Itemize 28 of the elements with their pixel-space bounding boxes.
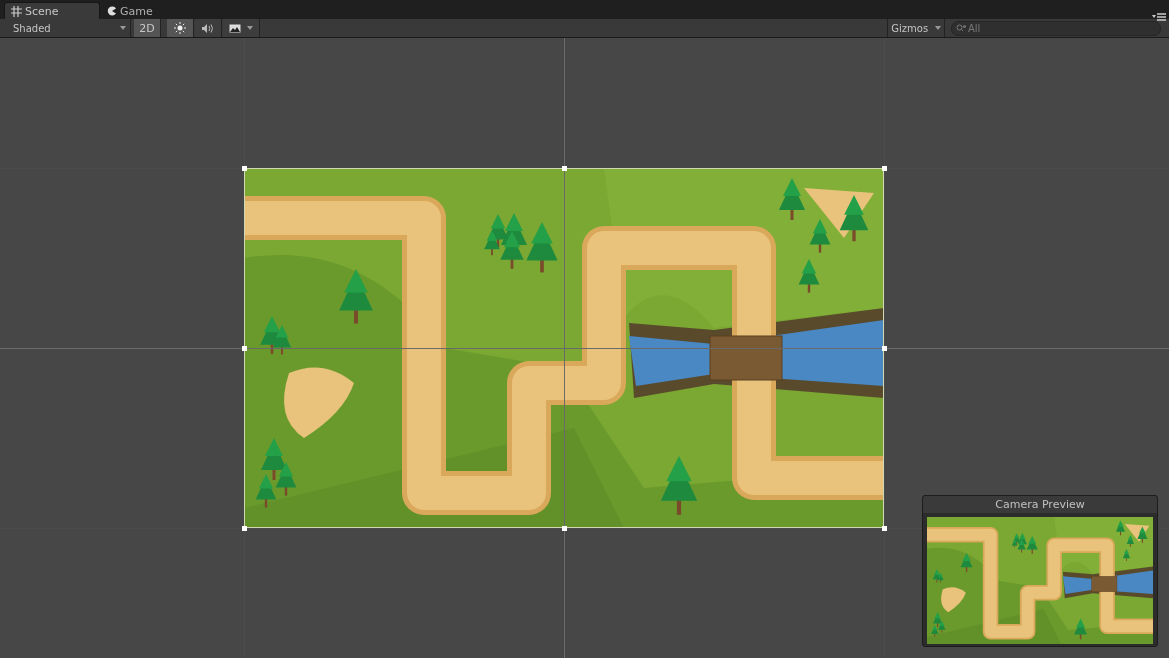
tab[interactable]: Game [100,2,180,19]
resize-handle[interactable] [242,526,247,531]
scene-canvas[interactable]: Camera Preview [0,38,1169,658]
shading-dropdown[interactable]: Shaded [7,19,131,37]
resize-handle[interactable] [562,526,567,531]
image-icon [229,23,241,33]
resize-handle[interactable] [882,166,887,171]
sun-icon [174,22,186,34]
resize-handle[interactable] [562,166,567,171]
caret-icon [934,26,941,30]
camera-preview-title: Camera Preview [923,496,1157,513]
search-placeholder: All [968,22,981,34]
2d-toggle[interactable]: 2D [134,19,161,37]
search-icon [956,24,966,32]
audio-toggle[interactable] [195,19,222,37]
speaker-icon [201,22,215,34]
caret-icon [247,26,253,30]
lighting-toggle[interactable] [167,19,194,37]
gizmos-dropdown[interactable]: Gizmos [887,19,945,37]
pacman-icon [107,6,117,16]
resize-handle[interactable] [882,346,887,351]
grid-icon [11,5,22,17]
tab[interactable]: Scene [4,2,100,19]
resize-handle[interactable] [242,346,247,351]
effects-toggle[interactable] [223,19,260,37]
resize-handle[interactable] [242,166,247,171]
resize-handle[interactable] [882,526,887,531]
caret-icon [120,26,126,30]
